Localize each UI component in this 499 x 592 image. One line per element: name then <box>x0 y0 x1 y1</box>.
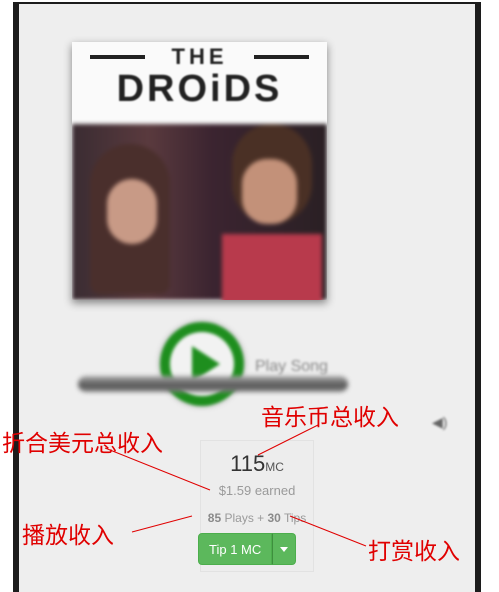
playback-progress-bar[interactable] <box>78 376 348 392</box>
album-logo: THE DROiDS <box>72 42 327 122</box>
caret-down-icon <box>280 547 289 552</box>
album-cover[interactable]: THE DROiDS <box>72 42 327 300</box>
play-button[interactable] <box>160 322 244 406</box>
coins-total: 115MC <box>201 451 313 477</box>
tips-label: Tips <box>280 511 307 525</box>
annotation-play-income: 播放收入 <box>22 523 114 549</box>
play-song-label[interactable]: Play Song <box>255 358 328 376</box>
coins-value: 115 <box>230 451 266 476</box>
plays-count: 85 <box>207 511 222 525</box>
tips-count: 30 <box>267 511 281 525</box>
annotation-tip-income: 打赏收入 <box>368 539 460 565</box>
earnings-panel: 115MC $1.59 earned 85 Plays + 30 Tips Ti… <box>198 440 314 572</box>
tip-button[interactable]: Tip 1 MC <box>198 533 273 565</box>
logo-band-name: DROiDS <box>116 68 283 110</box>
coins-unit: MC <box>265 460 284 474</box>
tip-dropdown-button[interactable] <box>272 533 297 565</box>
plays-label: Plays + <box>221 511 268 525</box>
plays-tips-summary: 85 Plays + 30 Tips <box>189 511 325 525</box>
annotation-usd-total: 折合美元总收入 <box>2 431 163 457</box>
usd-earned: $1.59 earned <box>218 483 296 498</box>
band-photo <box>72 124 327 300</box>
logo-the-text: THE <box>171 44 228 69</box>
annotation-coins-total: 音乐币总收入 <box>261 405 399 431</box>
volume-icon[interactable]: ◀) <box>432 414 447 430</box>
tip-button-group: Tip 1 MC <box>198 533 297 565</box>
